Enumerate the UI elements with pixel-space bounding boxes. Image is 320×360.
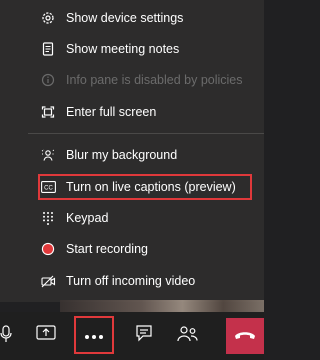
fullscreen-icon <box>40 104 56 120</box>
captions-highlight-box <box>38 174 252 200</box>
more-options-menu: Show device settings Show meeting notes … <box>0 0 264 302</box>
chat-icon <box>135 325 153 347</box>
enter-full-screen-item[interactable]: Enter full screen <box>40 99 156 125</box>
blur-my-background-item[interactable]: Blur my background <box>40 142 177 168</box>
mic-button[interactable] <box>0 312 26 360</box>
enter-full-screen-label: Enter full screen <box>66 105 157 119</box>
hang-up-icon <box>234 327 256 345</box>
meeting-toolbar <box>0 312 264 360</box>
mic-icon <box>0 324 12 348</box>
participants-icon <box>177 325 199 348</box>
record-icon <box>40 241 56 257</box>
show-meeting-notes-label: Show meeting notes <box>66 42 180 56</box>
chat-button[interactable] <box>124 312 164 360</box>
gear-icon <box>40 10 56 26</box>
start-recording-item[interactable]: Start recording <box>40 236 148 262</box>
hang-up-button[interactable] <box>226 318 264 354</box>
turn-off-incoming-video-item[interactable]: Turn off incoming video <box>40 268 195 294</box>
keypad-icon <box>40 210 56 226</box>
menu-divider <box>28 133 264 134</box>
video-off-icon <box>40 273 56 289</box>
keypad-item[interactable]: Keypad <box>40 205 108 231</box>
info-icon <box>40 72 56 88</box>
info-pane-disabled-label: Info pane is disabled by policies <box>66 73 243 87</box>
info-pane-disabled-item: Info pane is disabled by policies <box>40 67 243 93</box>
show-meeting-notes-item[interactable]: Show meeting notes <box>40 36 179 62</box>
participants-button[interactable] <box>168 312 208 360</box>
notes-icon <box>40 41 56 57</box>
show-device-settings-item[interactable]: Show device settings <box>40 5 183 31</box>
keypad-label: Keypad <box>66 211 109 225</box>
start-recording-label: Start recording <box>66 242 148 256</box>
turn-off-incoming-video-label: Turn off incoming video <box>66 274 196 288</box>
share-screen-icon <box>36 325 56 347</box>
blur-my-background-label: Blur my background <box>66 148 178 162</box>
show-device-settings-label: Show device settings <box>66 11 184 25</box>
blur-background-icon <box>40 147 56 163</box>
more-options-highlight-box <box>74 316 114 354</box>
share-screen-button[interactable] <box>26 312 66 360</box>
